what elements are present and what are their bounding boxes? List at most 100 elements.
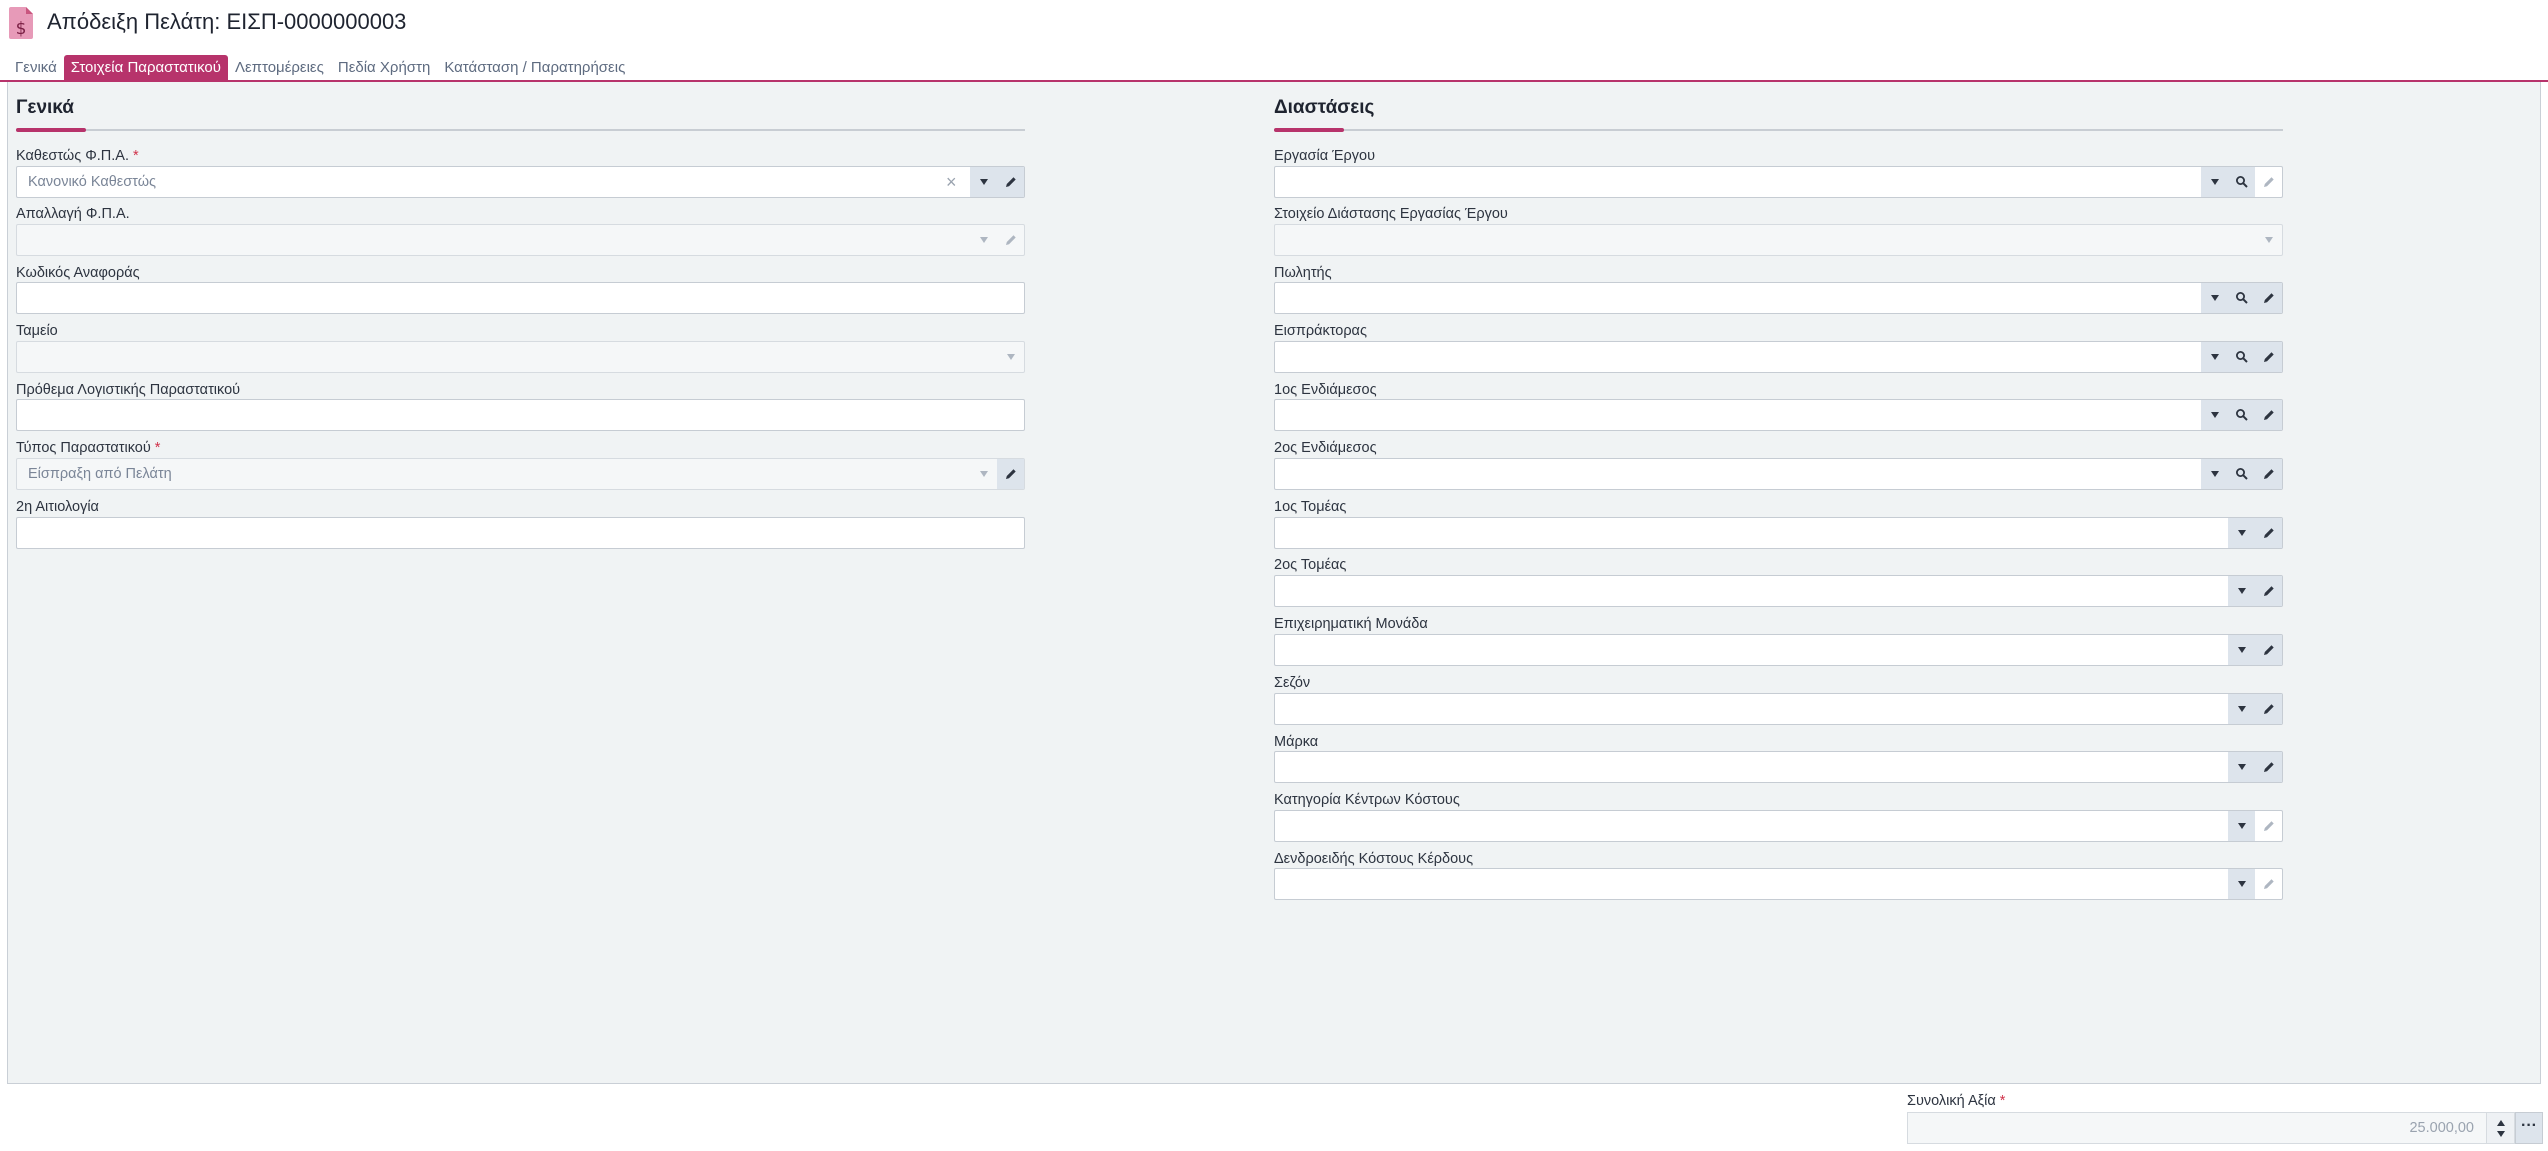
brand-edit-button[interactable] xyxy=(2255,752,2282,782)
tab-details[interactable]: Λεπτομέρειες xyxy=(228,55,331,81)
sector-1-edit-button[interactable] xyxy=(2255,518,2282,548)
season-label: Σεζόν xyxy=(1274,675,1311,691)
document-type-label: Τύπος Παραστατικού * xyxy=(16,440,161,456)
sector-2-dropdown-button[interactable] xyxy=(2228,576,2255,606)
intermediary-2-edit-button[interactable] xyxy=(2255,459,2282,489)
brand-dropdown-button[interactable] xyxy=(2228,752,2255,782)
business-unit-dropdown-button[interactable] xyxy=(2228,635,2255,665)
document-type-dropdown-button xyxy=(970,459,997,489)
pencil-icon xyxy=(2263,879,2274,889)
caret-down-icon xyxy=(979,237,988,243)
search-icon xyxy=(2235,176,2248,188)
search-icon xyxy=(2235,351,2248,363)
arrow-down-icon[interactable] xyxy=(2496,1130,2505,1137)
svg-text:$: $ xyxy=(16,19,27,39)
project-work-dimension-label: Στοιχείο Διάστασης Εργασίας Έργου xyxy=(1274,206,1508,222)
salesperson-dropdown-button[interactable] xyxy=(2201,283,2228,313)
document-type-edit-button[interactable] xyxy=(997,459,1024,489)
cash-register-dropdown-button xyxy=(997,342,1024,372)
cost-profit-tree-dropdown-button[interactable] xyxy=(2228,869,2255,899)
intermediary-2-search-button[interactable] xyxy=(2228,459,2255,489)
page-header: $ Απόδειξη Πελάτη: ΕΙΣΠ-0000000003 xyxy=(0,0,2548,50)
vat-exemption-dropdown-button xyxy=(970,225,997,255)
collector-dropdown-button[interactable] xyxy=(2201,342,2228,372)
project-work-field[interactable] xyxy=(1274,166,2283,198)
vat-exemption-label: Απαλλαγή Φ.Π.Α. xyxy=(16,206,130,222)
section-title-dimensions: Διαστάσεις xyxy=(1274,97,1375,118)
caret-down-icon xyxy=(2237,881,2246,887)
tab-status-notes[interactable]: Κατάσταση / Παρατηρήσεις xyxy=(437,55,632,81)
project-work-dimension-field xyxy=(1274,224,2283,256)
business-unit-field[interactable] xyxy=(1274,634,2283,666)
total-value-field[interactable]: 25.000,00 xyxy=(1907,1112,2487,1144)
season-edit-button[interactable] xyxy=(2255,694,2282,724)
pencil-icon xyxy=(2263,352,2274,362)
sector-2-edit-button[interactable] xyxy=(2255,576,2282,606)
caret-down-icon xyxy=(979,471,988,477)
project-work-search-button[interactable] xyxy=(2228,167,2255,197)
sector-1-field[interactable] xyxy=(1274,517,2283,549)
document-type-value: Είσπραξη από Πελάτη xyxy=(28,466,172,482)
arrow-up-icon[interactable] xyxy=(2496,1119,2505,1126)
collector-search-button[interactable] xyxy=(2228,342,2255,372)
intermediary-1-edit-button[interactable] xyxy=(2255,400,2282,430)
intermediary-1-search-button[interactable] xyxy=(2228,400,2255,430)
intermediary-1-dropdown-button[interactable] xyxy=(2201,400,2228,430)
pencil-icon xyxy=(2263,410,2274,420)
clear-icon[interactable]: × xyxy=(946,172,957,193)
document-type-field[interactable]: Είσπραξη από Πελάτη xyxy=(16,458,1025,490)
pencil-icon xyxy=(2263,293,2274,303)
business-unit-label: Επιχειρηματική Μονάδα xyxy=(1274,616,1428,632)
salesperson-field[interactable] xyxy=(1274,282,2283,314)
cost-center-category-field[interactable] xyxy=(1274,810,2283,842)
second-reason-input[interactable] xyxy=(16,517,1025,549)
caret-down-icon xyxy=(2237,823,2246,829)
collector-field[interactable] xyxy=(1274,341,2283,373)
caret-down-icon xyxy=(979,179,988,185)
caret-down-icon xyxy=(2210,179,2219,185)
brand-field[interactable] xyxy=(1274,751,2283,783)
cost-profit-tree-edit-button xyxy=(2255,869,2282,899)
search-icon xyxy=(2235,468,2248,480)
reference-code-input[interactable] xyxy=(16,282,1025,314)
accounting-prefix-input[interactable] xyxy=(16,399,1025,431)
vat-status-field[interactable]: Κανονικό Καθεστώς × xyxy=(16,166,1025,198)
pencil-icon xyxy=(2263,469,2274,479)
cost-center-category-dropdown-button[interactable] xyxy=(2228,811,2255,841)
salesperson-edit-button[interactable] xyxy=(2255,283,2282,313)
collector-edit-button[interactable] xyxy=(2255,342,2282,372)
caret-down-icon xyxy=(2237,588,2246,594)
intermediary-2-dropdown-button[interactable] xyxy=(2201,459,2228,489)
reference-code-label: Κωδικός Αναφοράς xyxy=(16,265,140,281)
business-unit-edit-button[interactable] xyxy=(2255,635,2282,665)
sector-2-label: 2ος Τομέας xyxy=(1274,557,1347,573)
total-value-stepper[interactable] xyxy=(2487,1112,2515,1144)
vat-status-edit-button[interactable] xyxy=(997,167,1024,197)
cost-profit-tree-field[interactable] xyxy=(1274,868,2283,900)
tab-general[interactable]: Γενικά xyxy=(8,55,64,81)
pencil-icon xyxy=(2263,528,2274,538)
caret-down-icon xyxy=(2264,237,2273,243)
season-dropdown-button[interactable] xyxy=(2228,694,2255,724)
page-title: Απόδειξη Πελάτη: ΕΙΣΠ-0000000003 xyxy=(47,9,407,34)
caret-down-icon xyxy=(2210,471,2219,477)
tab-user-fields[interactable]: Πεδία Χρήστη xyxy=(331,55,437,81)
section-accent xyxy=(16,128,86,132)
project-work-dimension-dropdown-button xyxy=(2255,225,2282,255)
sector-1-dropdown-button[interactable] xyxy=(2228,518,2255,548)
sector-2-field[interactable] xyxy=(1274,575,2283,607)
vat-status-label: Καθεστώς Φ.Π.Α. * xyxy=(16,148,139,164)
tab-document-details[interactable]: Στοιχεία Παραστατικού xyxy=(63,55,228,81)
pencil-icon xyxy=(2263,586,2274,596)
salesperson-search-button[interactable] xyxy=(2228,283,2255,313)
intermediary-2-field[interactable] xyxy=(1274,458,2283,490)
caret-down-icon xyxy=(2210,354,2219,360)
season-field[interactable] xyxy=(1274,693,2283,725)
more-options-button[interactable]: ··· xyxy=(2515,1112,2543,1144)
intermediary-1-field[interactable] xyxy=(1274,399,2283,431)
search-icon xyxy=(2235,409,2248,421)
pencil-icon xyxy=(2263,762,2274,772)
project-work-dropdown-button[interactable] xyxy=(2201,167,2228,197)
vat-status-dropdown-button[interactable] xyxy=(970,167,997,197)
total-value-label: Συνολική Αξία * xyxy=(1907,1093,2006,1109)
